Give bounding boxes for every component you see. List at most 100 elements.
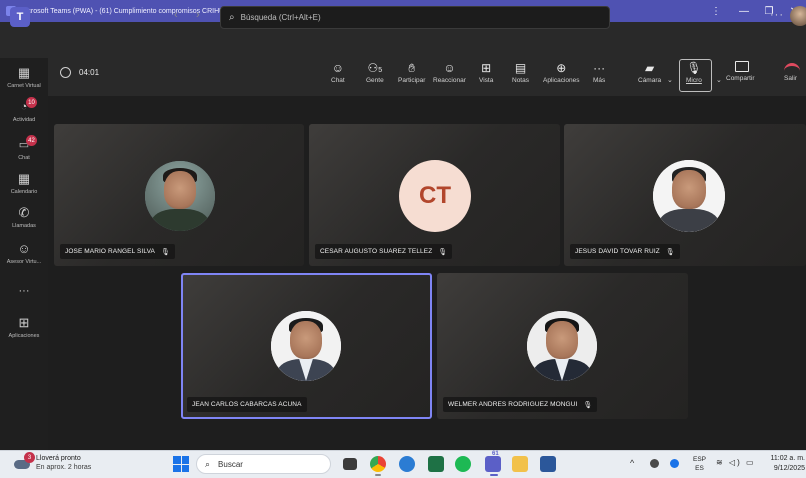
chat-button-label: Chat — [331, 77, 345, 84]
notes-button[interactable]: ▤ Notas — [512, 60, 529, 84]
participant-tile[interactable]: CT CESAR AUGUSTO SUAREZ TELLEZ 🎙︎ — [309, 124, 560, 266]
meeting-timer: 04:01 — [60, 67, 99, 78]
teams-taskbar-badge: 61 — [492, 451, 499, 457]
search-input[interactable]: ⌕ Búsqueda (Ctrl+Alt+E) — [220, 6, 610, 29]
taskbar-clock[interactable]: 11:02 a. m. 9/12/2025 — [765, 454, 805, 474]
more-button-label: Más — [593, 77, 606, 84]
plus-square-icon: ⊞ — [18, 315, 30, 330]
people-button[interactable]: ⚇5 Gente — [366, 60, 384, 84]
bot-icon: ☺ — [17, 241, 31, 256]
mic-off-icon: 🎙︎ — [686, 61, 702, 75]
share-icon — [735, 61, 749, 72]
mic-options-chevron-icon[interactable]: ⌄ — [716, 76, 722, 84]
participant-name: WELMER ANDRES RODRIGUEZ MONGUI — [448, 401, 578, 408]
tray-cloud-icon[interactable] — [650, 459, 659, 468]
minimize-button[interactable]: — — [731, 0, 757, 22]
weather-badge: 3 — [24, 452, 35, 463]
shield-icon — [60, 67, 71, 78]
participant-avatar — [653, 160, 725, 232]
more-icon: ··· — [593, 61, 606, 75]
teams-logo-icon[interactable]: T — [10, 7, 30, 27]
rail-item-carnet-virtual[interactable]: ▦ Carnet Virtual — [0, 66, 48, 90]
onedrive-icon[interactable] — [670, 459, 679, 468]
rail-item-actividad[interactable]: ◔ 10 Actividad — [0, 97, 48, 123]
apps-button[interactable]: ⊕ Aplicaciones — [543, 60, 580, 84]
participant-nameplate: JEAN CARLOS CABARCAS ACUNA — [187, 397, 307, 412]
apps-button-label: Aplicaciones — [543, 77, 580, 84]
running-indicator — [375, 474, 381, 476]
window-menu-button[interactable]: ⋮ — [703, 0, 729, 22]
react-button[interactable]: ☺ Reaccionar — [433, 60, 466, 84]
task-view-icon[interactable] — [343, 458, 357, 470]
mic-off-icon: 🎙︎ — [583, 401, 593, 409]
rail-item-label: Llamadas — [12, 223, 36, 229]
people-count: 5 — [378, 67, 383, 74]
chrome-icon[interactable] — [370, 456, 386, 472]
rail-item-calendario[interactable]: ▦ Calendario — [0, 171, 48, 196]
windows-start-icon[interactable] — [173, 456, 189, 472]
more-button[interactable]: ··· Más — [593, 60, 605, 84]
search-icon: ⌕ — [229, 12, 235, 23]
weather-title: Lloverá pronto — [36, 455, 81, 462]
rail-item-llamadas[interactable]: ✆ Llamadas — [0, 205, 48, 230]
camera-options-chevron-icon[interactable]: ⌄ — [667, 76, 673, 84]
rail-item-more[interactable]: ··· — [0, 284, 48, 298]
more-options-button[interactable]: ··· — [770, 9, 784, 21]
rail-item-chat[interactable]: ▭ 42 Chat — [0, 135, 48, 161]
raise-hand-label: Participar — [398, 77, 426, 84]
word-icon[interactable] — [540, 456, 556, 472]
teams-taskbar-icon[interactable] — [485, 456, 501, 472]
outlook-icon[interactable] — [399, 456, 415, 472]
mic-off-icon: 🎙︎ — [438, 248, 448, 256]
rail-item-aplicaciones[interactable]: ⊞ Aplicaciones — [0, 315, 48, 340]
phone-icon: ✆ — [18, 205, 30, 220]
spotify-icon[interactable] — [455, 456, 471, 472]
participant-initials-avatar: CT — [399, 160, 471, 232]
participant-tile[interactable]: JOSE MARIO RANGEL SILVA 🎙︎ — [54, 124, 304, 266]
rail-item-label: Aplicaciones — [8, 333, 40, 339]
language-line1: ESP — [693, 456, 707, 463]
leave-button-label: Salir — [784, 75, 798, 82]
file-explorer-icon[interactable] — [512, 456, 528, 472]
search-icon: ⌕ — [205, 458, 211, 469]
rail-item-asesor-virtual[interactable]: ☺ Asesor Virtu... — [0, 241, 48, 266]
share-button[interactable]: Compartir — [726, 75, 755, 82]
people-button-label: Gente — [366, 77, 384, 84]
tray-chevron-up-icon[interactable]: ^ — [630, 458, 634, 468]
running-indicator — [490, 474, 498, 476]
notes-button-label: Notas — [512, 77, 529, 84]
raise-hand-button[interactable]: ✋︎ Participar — [398, 60, 425, 84]
more-icon: ··· — [18, 285, 30, 297]
left-rail: ▦ Carnet Virtual ◔ 10 Actividad ▭ 42 Cha… — [0, 58, 48, 450]
chat-icon: ☺ — [331, 61, 344, 75]
participant-tile[interactable]: WELMER ANDRES RODRIGUEZ MONGUI 🎙︎ — [437, 273, 688, 419]
participant-avatar — [145, 161, 215, 231]
chat-button[interactable]: ☺ Chat — [331, 60, 345, 84]
participant-name: JESUS DAVID TOVAR RUIZ — [575, 248, 660, 255]
smile-icon: ☺ — [443, 61, 456, 75]
participant-tile[interactable]: JESUS DAVID TOVAR RUIZ 🎙︎ — [564, 124, 806, 266]
rail-item-label: Asesor Virtu... — [6, 259, 42, 265]
camera-button[interactable]: ▰ Cámara — [638, 60, 661, 84]
taskbar-search-input[interactable]: ⌕ Buscar — [196, 454, 331, 474]
activity-badge: 10 — [26, 97, 37, 108]
view-button[interactable]: ⊞ Vista — [479, 60, 493, 84]
weather-subtitle: En aprox. 2 horas — [36, 464, 92, 471]
leave-button[interactable]: Salir — [784, 75, 797, 82]
mic-off-icon: 🎙︎ — [665, 248, 675, 256]
participant-avatar — [527, 311, 597, 381]
notes-icon: ▤ — [514, 61, 527, 75]
language-indicator[interactable]: ESP ES — [693, 455, 706, 473]
excel-icon[interactable] — [428, 456, 444, 472]
rail-item-label: Carnet Virtual — [7, 83, 41, 89]
raise-hand-icon: ✋︎ — [408, 61, 416, 75]
user-avatar[interactable] — [790, 6, 806, 26]
rail-item-label: Actividad — [12, 117, 36, 123]
mic-button[interactable]: 🎙︎ Micro — [686, 60, 702, 84]
back-arrow-icon[interactable]: ‹ — [174, 9, 178, 21]
calendar-icon: ▦ — [17, 171, 31, 186]
network-volume-battery-icons[interactable]: ≋ ◁) ▭ — [716, 458, 756, 467]
clock-date: 9/12/2025 — [773, 465, 805, 472]
participant-tile-active[interactable]: JEAN CARLOS CABARCAS ACUNA — [181, 273, 432, 419]
forward-arrow-icon[interactable]: › — [196, 9, 200, 21]
